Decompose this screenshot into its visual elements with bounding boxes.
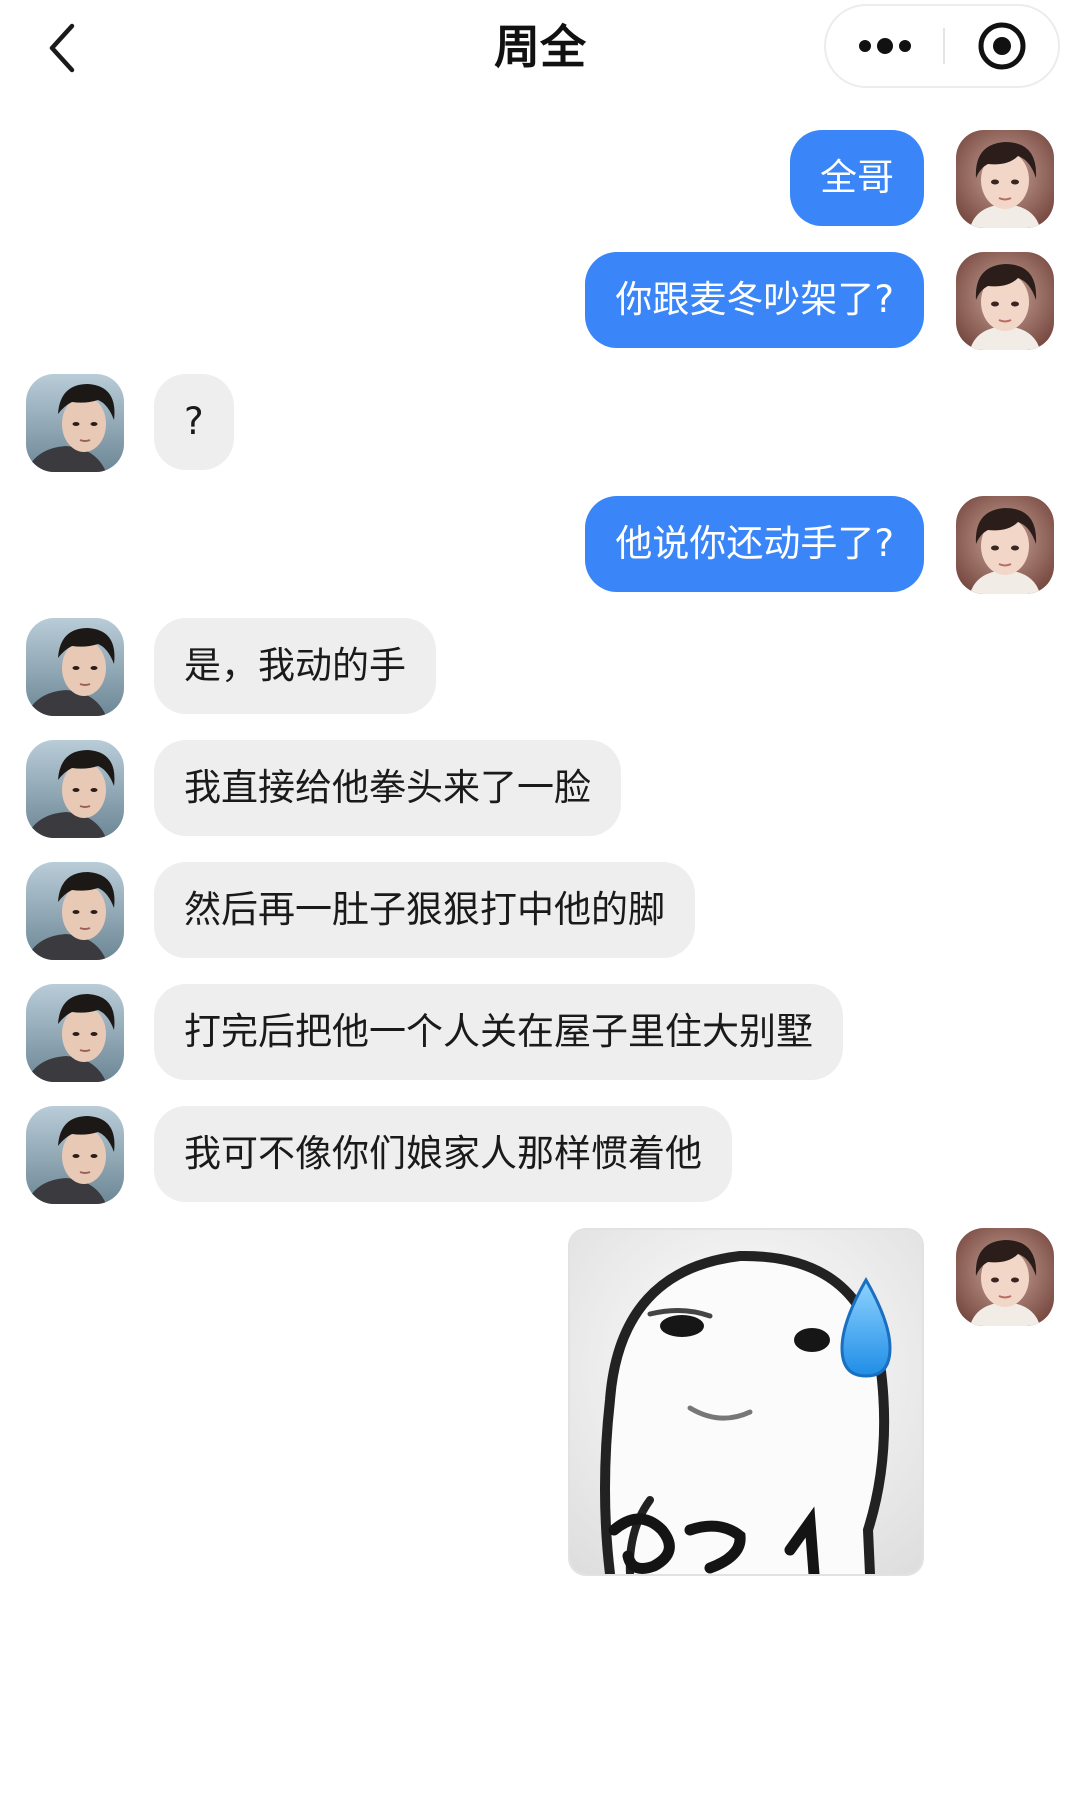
contact-avatar[interactable] bbox=[26, 984, 124, 1082]
contact-avatar[interactable] bbox=[26, 374, 124, 472]
contact-avatar[interactable] bbox=[26, 862, 124, 960]
target-close-icon bbox=[978, 22, 1025, 70]
sticker-image[interactable] bbox=[568, 1228, 924, 1576]
contact-avatar[interactable] bbox=[26, 740, 124, 838]
message-bubble[interactable]: 全哥 bbox=[790, 130, 924, 226]
more-dots-icon bbox=[858, 38, 911, 54]
message-bubble[interactable]: 你跟麦冬吵架了? bbox=[585, 252, 924, 348]
my-avatar[interactable] bbox=[956, 496, 1054, 594]
chat-header: 周全 bbox=[0, 0, 1080, 100]
mini-program-capsule bbox=[824, 4, 1060, 88]
my-avatar[interactable] bbox=[956, 1228, 1054, 1326]
message-bubble[interactable]: 打完后把他一个人关在屋子里住大别墅 bbox=[154, 984, 843, 1080]
more-button[interactable] bbox=[826, 6, 943, 86]
message-bubble[interactable]: 他说你还动手了? bbox=[585, 496, 924, 592]
message-bubble[interactable]: 我可不像你们娘家人那样惯着他 bbox=[154, 1106, 732, 1202]
message-bubble[interactable]: ? bbox=[154, 374, 234, 470]
close-button[interactable] bbox=[945, 6, 1058, 86]
contact-avatar[interactable] bbox=[26, 618, 124, 716]
my-avatar[interactable] bbox=[956, 252, 1054, 350]
message-bubble[interactable]: 然后再一肚子狠狠打中他的脚 bbox=[154, 862, 695, 958]
my-avatar[interactable] bbox=[956, 130, 1054, 228]
message-bubble[interactable]: 我直接给他拳头来了一脸 bbox=[154, 740, 621, 836]
chat-screen: 周全 全哥 你跟麦冬吵架了? ? 他说你还动手了? 是，我动的手 我直接给他拳头… bbox=[0, 0, 1080, 1805]
contact-avatar[interactable] bbox=[26, 1106, 124, 1204]
message-bubble[interactable]: 是，我动的手 bbox=[154, 618, 436, 714]
